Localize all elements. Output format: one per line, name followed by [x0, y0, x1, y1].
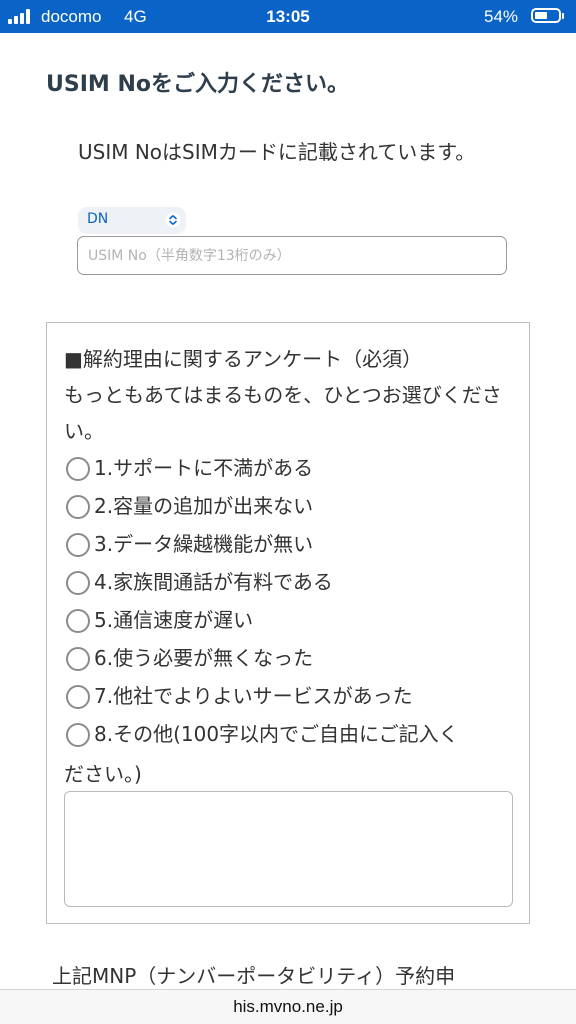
survey-option-6[interactable]: 6.使う必要が無くなった: [64, 639, 520, 677]
browser-url-bar[interactable]: his.mvno.ne.jp: [0, 989, 576, 1024]
survey-option-label: 1.サポートに不満がある: [94, 456, 314, 480]
radio-button[interactable]: [66, 457, 90, 481]
page-title: USIM Noをご入力ください。: [46, 72, 349, 97]
survey-option-label: 5.通信速度が遅い: [94, 608, 254, 632]
radio-button[interactable]: [66, 495, 90, 519]
battery-percentage: 54%: [484, 7, 519, 26]
usim-note: USIM NoはSIMカードに記載されています。: [78, 140, 476, 164]
survey-option-label: 4.家族間通話が有料である: [94, 570, 333, 594]
survey-option-5[interactable]: 5.通信速度が遅い: [64, 601, 520, 639]
survey-option-label: 7.他社でよりよいサービスがあった: [94, 684, 413, 708]
usim-number-input[interactable]: [77, 236, 507, 275]
other-reason-textarea[interactable]: [64, 791, 513, 907]
mnp-reservation-text: 上記MNP（ナンバーポータビリティ）予約申: [52, 964, 456, 988]
survey-option-label: 2.容量の追加が出来ない: [94, 494, 314, 518]
survey-option-7[interactable]: 7.他社でよりよいサービスがあった: [64, 677, 520, 715]
survey-option-4[interactable]: 4.家族間通話が有料である: [64, 563, 520, 601]
survey-option-1[interactable]: 1.サポートに不満がある: [64, 449, 520, 487]
radio-button[interactable]: [66, 609, 90, 633]
survey-option-label: 6.使う必要が無くなった: [94, 646, 314, 670]
survey-option-2[interactable]: 2.容量の追加が出来ない: [64, 487, 520, 525]
radio-button[interactable]: [66, 571, 90, 595]
survey-option-8-continued: ださい。): [64, 762, 142, 786]
radio-button[interactable]: [66, 723, 90, 747]
survey-option-label: 3.データ繰越機能が無い: [94, 532, 314, 556]
radio-button[interactable]: [66, 647, 90, 671]
survey-option-8[interactable]: 8.その他(100字以内でご自由にご記入く: [64, 715, 520, 753]
battery-level-fill: [535, 12, 547, 19]
status-bar: docomo 4G 13:05 54%: [0, 0, 576, 33]
dn-select-value: DN: [87, 211, 109, 227]
survey-option-3[interactable]: 3.データ繰越機能が無い: [64, 525, 520, 563]
dn-select[interactable]: DN: [78, 207, 186, 234]
radio-button[interactable]: [66, 533, 90, 557]
battery-tip: [562, 13, 564, 19]
survey-option-label: 8.その他(100字以内でご自由にご記入く: [94, 722, 459, 746]
chevron-up-down-icon: [165, 212, 181, 228]
url-text: his.mvno.ne.jp: [233, 997, 343, 1016]
radio-button[interactable]: [66, 685, 90, 709]
battery-icon: [531, 8, 561, 23]
survey-intro: ■解約理由に関するアンケート（必須） もっともあてはまるものを、ひとつお選びくだ…: [64, 341, 514, 449]
survey-heading: ■解約理由に関するアンケート（必須）: [64, 347, 423, 371]
survey-instruction: もっともあてはまるものを、ひとつお選びください。: [64, 383, 502, 443]
